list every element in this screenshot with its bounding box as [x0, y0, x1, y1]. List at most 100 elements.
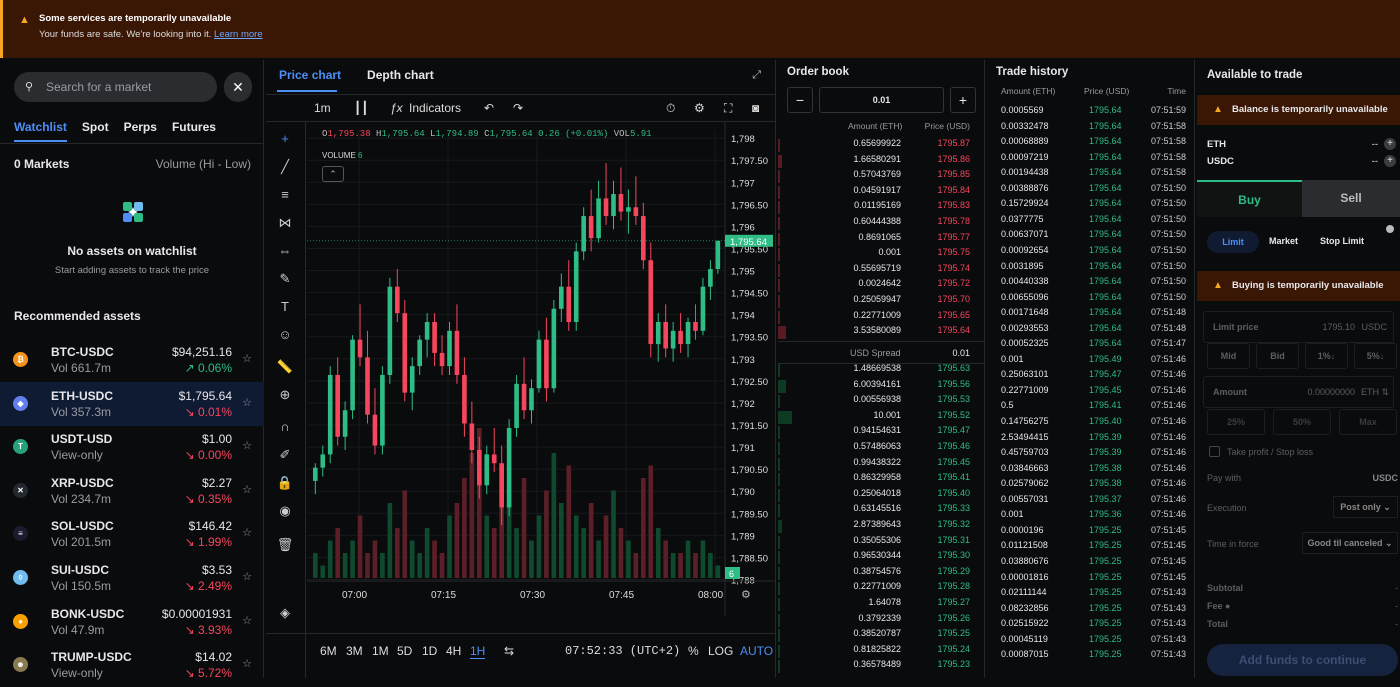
amount-field[interactable]: Amount 0.00000000 ETH ⇅	[1203, 376, 1394, 408]
search-input[interactable]: ⚲ Search for a market	[14, 72, 217, 102]
tab-price-chart[interactable]: Price chart	[279, 68, 341, 82]
order-type-stop-limit[interactable]: Stop Limit	[1320, 236, 1364, 246]
bid-row[interactable]: 10.0011795.52	[778, 410, 984, 426]
bid-row[interactable]: 0.965303441795.30	[778, 550, 984, 566]
quick-price-1[interactable]: Bid	[1256, 343, 1299, 369]
range-1m[interactable]: 1M	[372, 644, 389, 658]
auto-toggle[interactable]: AUTO	[740, 644, 773, 658]
info-icon[interactable]: ●	[1225, 601, 1230, 611]
amount-pct-1[interactable]: 50%	[1273, 409, 1331, 435]
ask-row[interactable]: 0.250599471795.70	[778, 294, 984, 310]
trash-icon[interactable]: 🗑	[276, 536, 294, 554]
ask-row[interactable]: 0.011951691795.83	[778, 200, 984, 216]
add-eth-icon[interactable]: +	[1384, 138, 1396, 150]
trendline-icon[interactable]: ╱	[276, 158, 294, 176]
bid-row[interactable]: 6.003941611795.56	[778, 379, 984, 395]
zoom-in-icon[interactable]: ⊕	[276, 386, 294, 404]
ask-row[interactable]: 0.045919171795.84	[778, 185, 984, 201]
bid-row[interactable]: 0.387545761795.29	[778, 566, 984, 582]
star-icon[interactable]: ☆	[242, 526, 252, 539]
order-type-limit[interactable]: Limit	[1207, 231, 1259, 253]
brush-icon[interactable]: ✎	[276, 270, 294, 288]
layers-icon[interactable]: ◈	[276, 604, 294, 622]
bid-row[interactable]: 0.994383221795.45	[778, 457, 984, 473]
ask-row[interactable]: 0.86910651795.77	[778, 232, 984, 248]
star-icon[interactable]: ☆	[242, 614, 252, 627]
bid-row[interactable]: 0.350553061795.31	[778, 535, 984, 551]
settings-gear-icon[interactable]: ⚙	[694, 101, 705, 115]
price-step-value[interactable]: 0.01	[819, 87, 944, 113]
order-type-market[interactable]: Market	[1269, 236, 1298, 246]
time-in-force-select[interactable]: Good til canceled ⌄	[1302, 532, 1398, 554]
log-toggle[interactable]: LOG	[708, 644, 733, 658]
amount-pct-2[interactable]: Max	[1339, 409, 1397, 435]
tab-depth-chart[interactable]: Depth chart	[367, 68, 434, 82]
quick-price-3[interactable]: 5%↓	[1354, 343, 1397, 369]
star-icon[interactable]: ☆	[242, 657, 252, 670]
sell-tab[interactable]: Sell	[1302, 180, 1400, 217]
bid-row[interactable]: 0.385207871795.25	[778, 628, 984, 644]
bid-row[interactable]: 0.574860631795.46	[778, 441, 984, 457]
ask-row[interactable]: 1.665802911795.86	[778, 154, 984, 170]
lock-icon[interactable]: 🔒	[276, 474, 294, 492]
chart-clock[interactable]: 07:52:33 (UTC+2)	[565, 644, 680, 658]
add-usdc-icon[interactable]: +	[1384, 155, 1396, 167]
asset-row-sol-usdc[interactable]: ≡SOL-USDCVol 201.5m$146.42↘ 1.99%☆	[0, 512, 264, 556]
star-icon[interactable]: ☆	[242, 352, 252, 365]
percent-toggle[interactable]: %	[688, 644, 699, 658]
eye-icon[interactable]: ◉	[276, 502, 294, 520]
fullscreen-icon[interactable]: ⛶	[724, 101, 732, 116]
emoji-icon[interactable]: ☺	[276, 326, 294, 344]
range-1d[interactable]: 1D	[422, 644, 437, 658]
alert-clock-icon[interactable]: ⏱	[666, 101, 675, 116]
star-icon[interactable]: ☆	[242, 439, 252, 452]
quick-price-0[interactable]: Mid	[1207, 343, 1250, 369]
candle-type-icon[interactable]: ┃┃	[354, 101, 368, 115]
learn-more-link[interactable]: Learn more	[214, 29, 263, 40]
ask-row[interactable]: 0.0011795.75	[778, 247, 984, 263]
lock-drawing-icon[interactable]: ✐	[276, 446, 294, 464]
bid-row[interactable]: 0.227710091795.28	[778, 581, 984, 597]
range-5d[interactable]: 5D	[397, 644, 412, 658]
indicators-button[interactable]: Indicators	[409, 101, 461, 115]
range-3m[interactable]: 3M	[346, 644, 363, 658]
bid-row[interactable]: 0.250640181795.40	[778, 488, 984, 504]
tab-watchlist[interactable]: Watchlist	[14, 120, 67, 142]
asset-row-bonk-usdc[interactable]: ●BONK-USDCVol 47.9m$0.00001931↘ 3.93%☆	[0, 600, 264, 644]
close-icon[interactable]: ✕	[224, 72, 252, 102]
undo-icon[interactable]: ↶	[484, 101, 494, 115]
decrease-step-button[interactable]: −	[787, 87, 813, 113]
asset-row-sui-usdc[interactable]: ◊SUI-USDCVol 150.5m$3.53↘ 2.49%☆	[0, 556, 264, 600]
ask-row[interactable]: 0.604443881795.78	[778, 216, 984, 232]
date-range-icon[interactable]: ⇆	[504, 644, 514, 658]
asset-row-xrp-usdc[interactable]: ✕XRP-USDCVol 234.7m$2.27↘ 0.35%☆	[0, 469, 264, 513]
amount-pct-0[interactable]: 25%	[1207, 409, 1265, 435]
magnet-icon[interactable]: ∩	[276, 418, 294, 436]
bid-row[interactable]: 0.863299581795.41	[778, 472, 984, 488]
bid-row[interactable]: 0.941546311795.47	[778, 425, 984, 441]
collapse-chevron-icon[interactable]: ⌃	[322, 166, 344, 182]
execution-select[interactable]: Post only ⌄	[1333, 496, 1398, 518]
increase-step-button[interactable]: +	[950, 87, 976, 113]
bid-row[interactable]: 1.640781795.27	[778, 597, 984, 613]
bid-row[interactable]: 0.631455161795.33	[778, 503, 984, 519]
range-1h[interactable]: 1H	[470, 644, 485, 659]
bid-row[interactable]: 2.873896431795.32	[778, 519, 984, 535]
range-icon[interactable]: ⇔	[276, 242, 294, 260]
crosshair-icon[interactable]: +	[276, 130, 294, 148]
info-icon[interactable]	[1386, 225, 1394, 233]
text-tool-icon[interactable]: T	[276, 298, 294, 316]
star-icon[interactable]: ☆	[242, 570, 252, 583]
pattern-icon[interactable]: ⋈	[276, 214, 294, 232]
ask-row[interactable]: 0.656999221795.87	[778, 138, 984, 154]
sort-dropdown[interactable]: Volume (Hi - Low)	[156, 157, 251, 171]
ask-row[interactable]: 0.00246421795.72	[778, 278, 984, 294]
bid-row[interactable]: 1.486695381795.63	[778, 363, 984, 379]
ask-row[interactable]: 0.570437691795.85	[778, 169, 984, 185]
price-chart-canvas[interactable]: 1,7981,797.501,7971,796.501,7961,795.501…	[307, 122, 776, 616]
interval-button[interactable]: 1m	[314, 101, 331, 115]
add-funds-button[interactable]: Add funds to continue	[1207, 644, 1398, 676]
asset-row-eth-usdc[interactable]: ◆ETH-USDCVol 357.3m$1,795.64↘ 0.01%☆	[0, 382, 264, 426]
range-4h[interactable]: 4H	[446, 644, 461, 658]
buy-tab[interactable]: Buy	[1197, 180, 1302, 217]
